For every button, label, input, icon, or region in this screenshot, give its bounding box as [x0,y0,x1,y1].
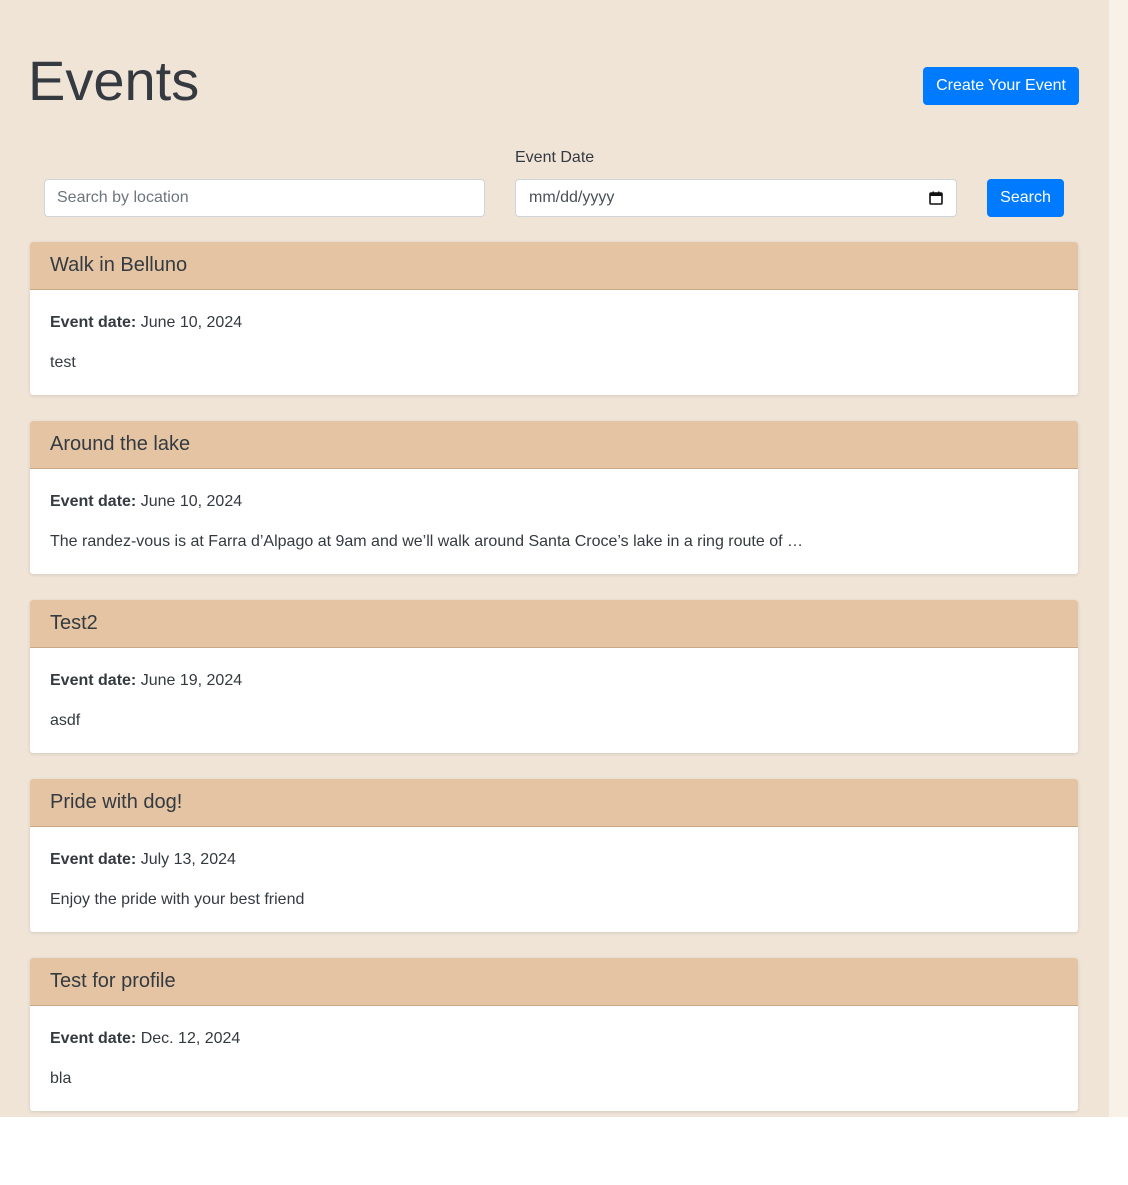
event-description: Enjoy the pride with your best friend [50,891,305,908]
event-description: The randez-vous is at Farra d’Alpago at … [50,533,803,550]
event-card-title[interactable]: Pride with dog! [30,779,1078,827]
event-date-label: Event date: [50,493,137,510]
event-date-value: June 10, 2024 [140,314,243,331]
event-card[interactable]: Test2 Event date: June 19, 2024 asdf [30,600,1078,753]
event-date: Event date: June 19, 2024 [50,672,242,690]
event-card[interactable]: Walk in Belluno Event date: June 10, 202… [30,242,1078,395]
event-date-input[interactable]: mm/dd/yyyy [515,179,957,217]
search-button[interactable]: Search [987,179,1064,217]
event-date: Event date: July 13, 2024 [50,851,236,869]
event-card[interactable]: Pride with dog! Event date: July 13, 202… [30,779,1078,932]
event-date-value: June 10, 2024 [140,493,243,510]
location-search-input[interactable] [44,179,485,217]
event-date: Event date: June 10, 2024 [50,314,242,332]
event-date-label: Event date: [50,314,137,331]
create-event-button[interactable]: Create Your Event [923,67,1079,105]
event-card-title[interactable]: Test2 [30,600,1078,648]
event-card-title[interactable]: Around the lake [30,421,1078,469]
event-card-title[interactable]: Test for profile [30,958,1078,1006]
event-date-label: Event date: [50,672,137,689]
event-description: asdf [50,712,81,729]
event-date-value: July 13, 2024 [140,851,236,868]
calendar-icon[interactable] [929,191,943,205]
event-date: Event date: Dec. 12, 2024 [50,1030,240,1048]
page-title: Events [28,49,200,112]
event-date-label: Event Date [515,149,595,166]
date-input-placeholder: mm/dd/yyyy [529,189,615,206]
event-description: bla [50,1070,72,1087]
event-date-label: Event date: [50,1030,137,1047]
event-date: Event date: June 10, 2024 [50,493,242,511]
scrollbar-track[interactable] [1109,0,1128,1117]
event-date-value: Dec. 12, 2024 [140,1030,241,1047]
event-date-value: June 19, 2024 [140,672,243,689]
event-card-title[interactable]: Walk in Belluno [30,242,1078,290]
event-card[interactable]: Test for profile Event date: Dec. 12, 20… [30,958,1078,1111]
event-card[interactable]: Around the lake Event date: June 10, 202… [30,421,1078,574]
event-description: test [50,354,76,371]
event-date-label: Event date: [50,851,137,868]
